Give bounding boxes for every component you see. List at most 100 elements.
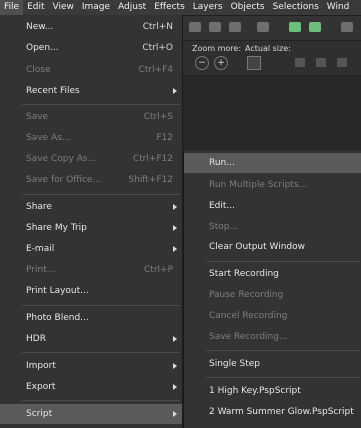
zoom-out-button[interactable]: − [195, 56, 209, 70]
submenu-item-label: Run Multiple Scripts... [209, 180, 308, 190]
menu-objects[interactable]: Objects [227, 0, 269, 15]
shortcut: Ctrl+P [144, 265, 173, 275]
menu-item-print[interactable]: Print... Ctrl+P [0, 260, 182, 280]
submenu-item-save-recording[interactable]: Save Recording... [184, 327, 361, 347]
menu-item-recent-files[interactable]: Recent Files [0, 81, 182, 101]
shortcut: Ctrl+F4 [138, 65, 173, 75]
undo-icon[interactable] [209, 22, 221, 32]
zoom-more-label: Zoom more: [192, 44, 242, 53]
menu-effects[interactable]: Effects [150, 0, 189, 15]
submenu-item-recent-script[interactable]: 2 Warm Summer Glow.PspScript [184, 402, 361, 422]
menu-item-label: Save Copy As... [26, 154, 97, 164]
pan-icon[interactable] [295, 58, 305, 67]
menu-item-label: Close [26, 65, 51, 75]
menu-item-email[interactable]: E-mail [0, 239, 182, 259]
menu-item-print-layout[interactable]: Print Layout... [0, 281, 182, 301]
actual-size-label: Actual size: [245, 44, 291, 53]
menu-item-save-for-office[interactable]: Save for Office... Shift+F12 [0, 170, 182, 190]
submenu-item-edit[interactable]: Edit... [184, 196, 361, 216]
separator [22, 104, 180, 105]
separator [206, 377, 360, 378]
redo-icon[interactable] [229, 22, 241, 32]
menu-item-close[interactable]: Close Ctrl+F4 [0, 60, 182, 80]
separator [22, 305, 180, 306]
shortcut: Ctrl+N [142, 22, 173, 32]
menu-item-open[interactable]: Open... Ctrl+O [0, 38, 182, 58]
menu-item-label: Save As... [26, 133, 71, 143]
separator [206, 261, 360, 262]
shortcut: Shift+F12 [128, 175, 173, 185]
menu-window[interactable]: Wind [323, 0, 354, 15]
toolbar-icon[interactable] [341, 22, 353, 32]
shortcut: Ctrl+F12 [132, 154, 173, 164]
menu-layers[interactable]: Layers [189, 0, 227, 15]
submenu-item-stop[interactable]: Stop... [184, 217, 361, 237]
submenu-item-run[interactable]: Run... [184, 153, 361, 173]
shortcut: Ctrl+S [143, 112, 173, 122]
menu-item-label: Photo Blend... [26, 313, 89, 323]
submenu-item-label: Single Step [209, 359, 261, 369]
menu-view[interactable]: View [49, 0, 78, 15]
toolbar-icon[interactable] [189, 22, 201, 32]
submenu-item-clear-output[interactable]: Clear Output Window [184, 237, 361, 257]
menu-item-save-as[interactable]: Save As... F12 [0, 128, 182, 148]
script-submenu: Run... Run Multiple Scripts... Edit... S… [183, 150, 361, 428]
separator [206, 350, 360, 351]
menu-adjust[interactable]: Adjust [114, 0, 150, 15]
menu-selections[interactable]: Selections [269, 0, 323, 15]
menu-item-import[interactable]: Import [0, 356, 182, 376]
menu-item-save[interactable]: Save Ctrl+S [0, 107, 182, 127]
script-record-icon[interactable] [309, 22, 321, 32]
menu-edit[interactable]: Edit [23, 0, 48, 15]
menu-item-label: Export [26, 382, 56, 392]
menu-item-share-my-trip[interactable]: Share My Trip [0, 218, 182, 238]
script-run-icon[interactable] [289, 22, 301, 32]
submenu-arrow-icon [173, 88, 177, 94]
fit-icon[interactable] [337, 58, 347, 67]
submenu-item-recent-script[interactable]: 1 High Key.PspScript [184, 381, 361, 401]
submenu-item-single-step[interactable]: Single Step [184, 354, 361, 374]
menu-item-share[interactable]: Share [0, 197, 182, 217]
submenu-arrow-icon [173, 204, 177, 210]
submenu-arrow-icon [173, 225, 177, 231]
actual-size-button[interactable] [247, 56, 261, 70]
menu-item-label: Script [26, 409, 53, 419]
menu-item-label: Print Layout... [26, 286, 89, 296]
standard-toolbar [181, 16, 361, 41]
submenu-arrow-icon [173, 411, 177, 417]
menu-item-export[interactable]: Export [0, 377, 182, 397]
menu-item-label: Open... [26, 43, 59, 53]
submenu-item-label: Pause Recording [209, 290, 284, 300]
submenu-item-label: Save Recording... [209, 332, 288, 342]
menu-item-label: E-mail [26, 244, 55, 254]
submenu-item-label: Stop... [209, 222, 239, 232]
menu-item-label: New... [26, 22, 54, 32]
submenu-item-start-recording[interactable]: Start Recording [184, 264, 361, 284]
grid-icon[interactable] [316, 58, 326, 67]
submenu-item-label: 2 Warm Summer Glow.PspScript [209, 407, 354, 417]
menu-item-save-copy-as[interactable]: Save Copy As... Ctrl+F12 [0, 149, 182, 169]
submenu-item-label: Edit... [209, 201, 236, 211]
menu-item-label: Save for Office... [26, 175, 102, 185]
menu-item-script[interactable]: Script [0, 404, 182, 424]
separator [22, 194, 180, 195]
submenu-item-run-multiple[interactable]: Run Multiple Scripts... [184, 175, 361, 195]
submenu-item-cancel-recording[interactable]: Cancel Recording [184, 306, 361, 326]
menu-item-new[interactable]: New... Ctrl+N [0, 17, 182, 37]
submenu-arrow-icon [173, 336, 177, 342]
menu-image[interactable]: Image [78, 0, 114, 15]
shortcut: F12 [156, 133, 173, 143]
menu-item-label: Import [26, 361, 56, 371]
submenu-arrow-icon [173, 384, 177, 390]
menu-item-label: Save [26, 112, 49, 122]
menu-item-photo-blend[interactable]: Photo Blend... [0, 308, 182, 328]
submenu-item-pause-recording[interactable]: Pause Recording [184, 285, 361, 305]
submenu-arrow-icon [173, 246, 177, 252]
zoom-in-button[interactable]: + [214, 56, 228, 70]
resize-icon[interactable] [257, 22, 269, 32]
submenu-item-label: Cancel Recording [209, 311, 288, 321]
menu-file[interactable]: File [0, 0, 24, 15]
menu-item-hdr[interactable]: HDR [0, 329, 182, 349]
submenu-item-label: Run... [209, 158, 235, 168]
file-menu: New... Ctrl+N Open... Ctrl+O Close Ctrl+… [0, 15, 183, 428]
